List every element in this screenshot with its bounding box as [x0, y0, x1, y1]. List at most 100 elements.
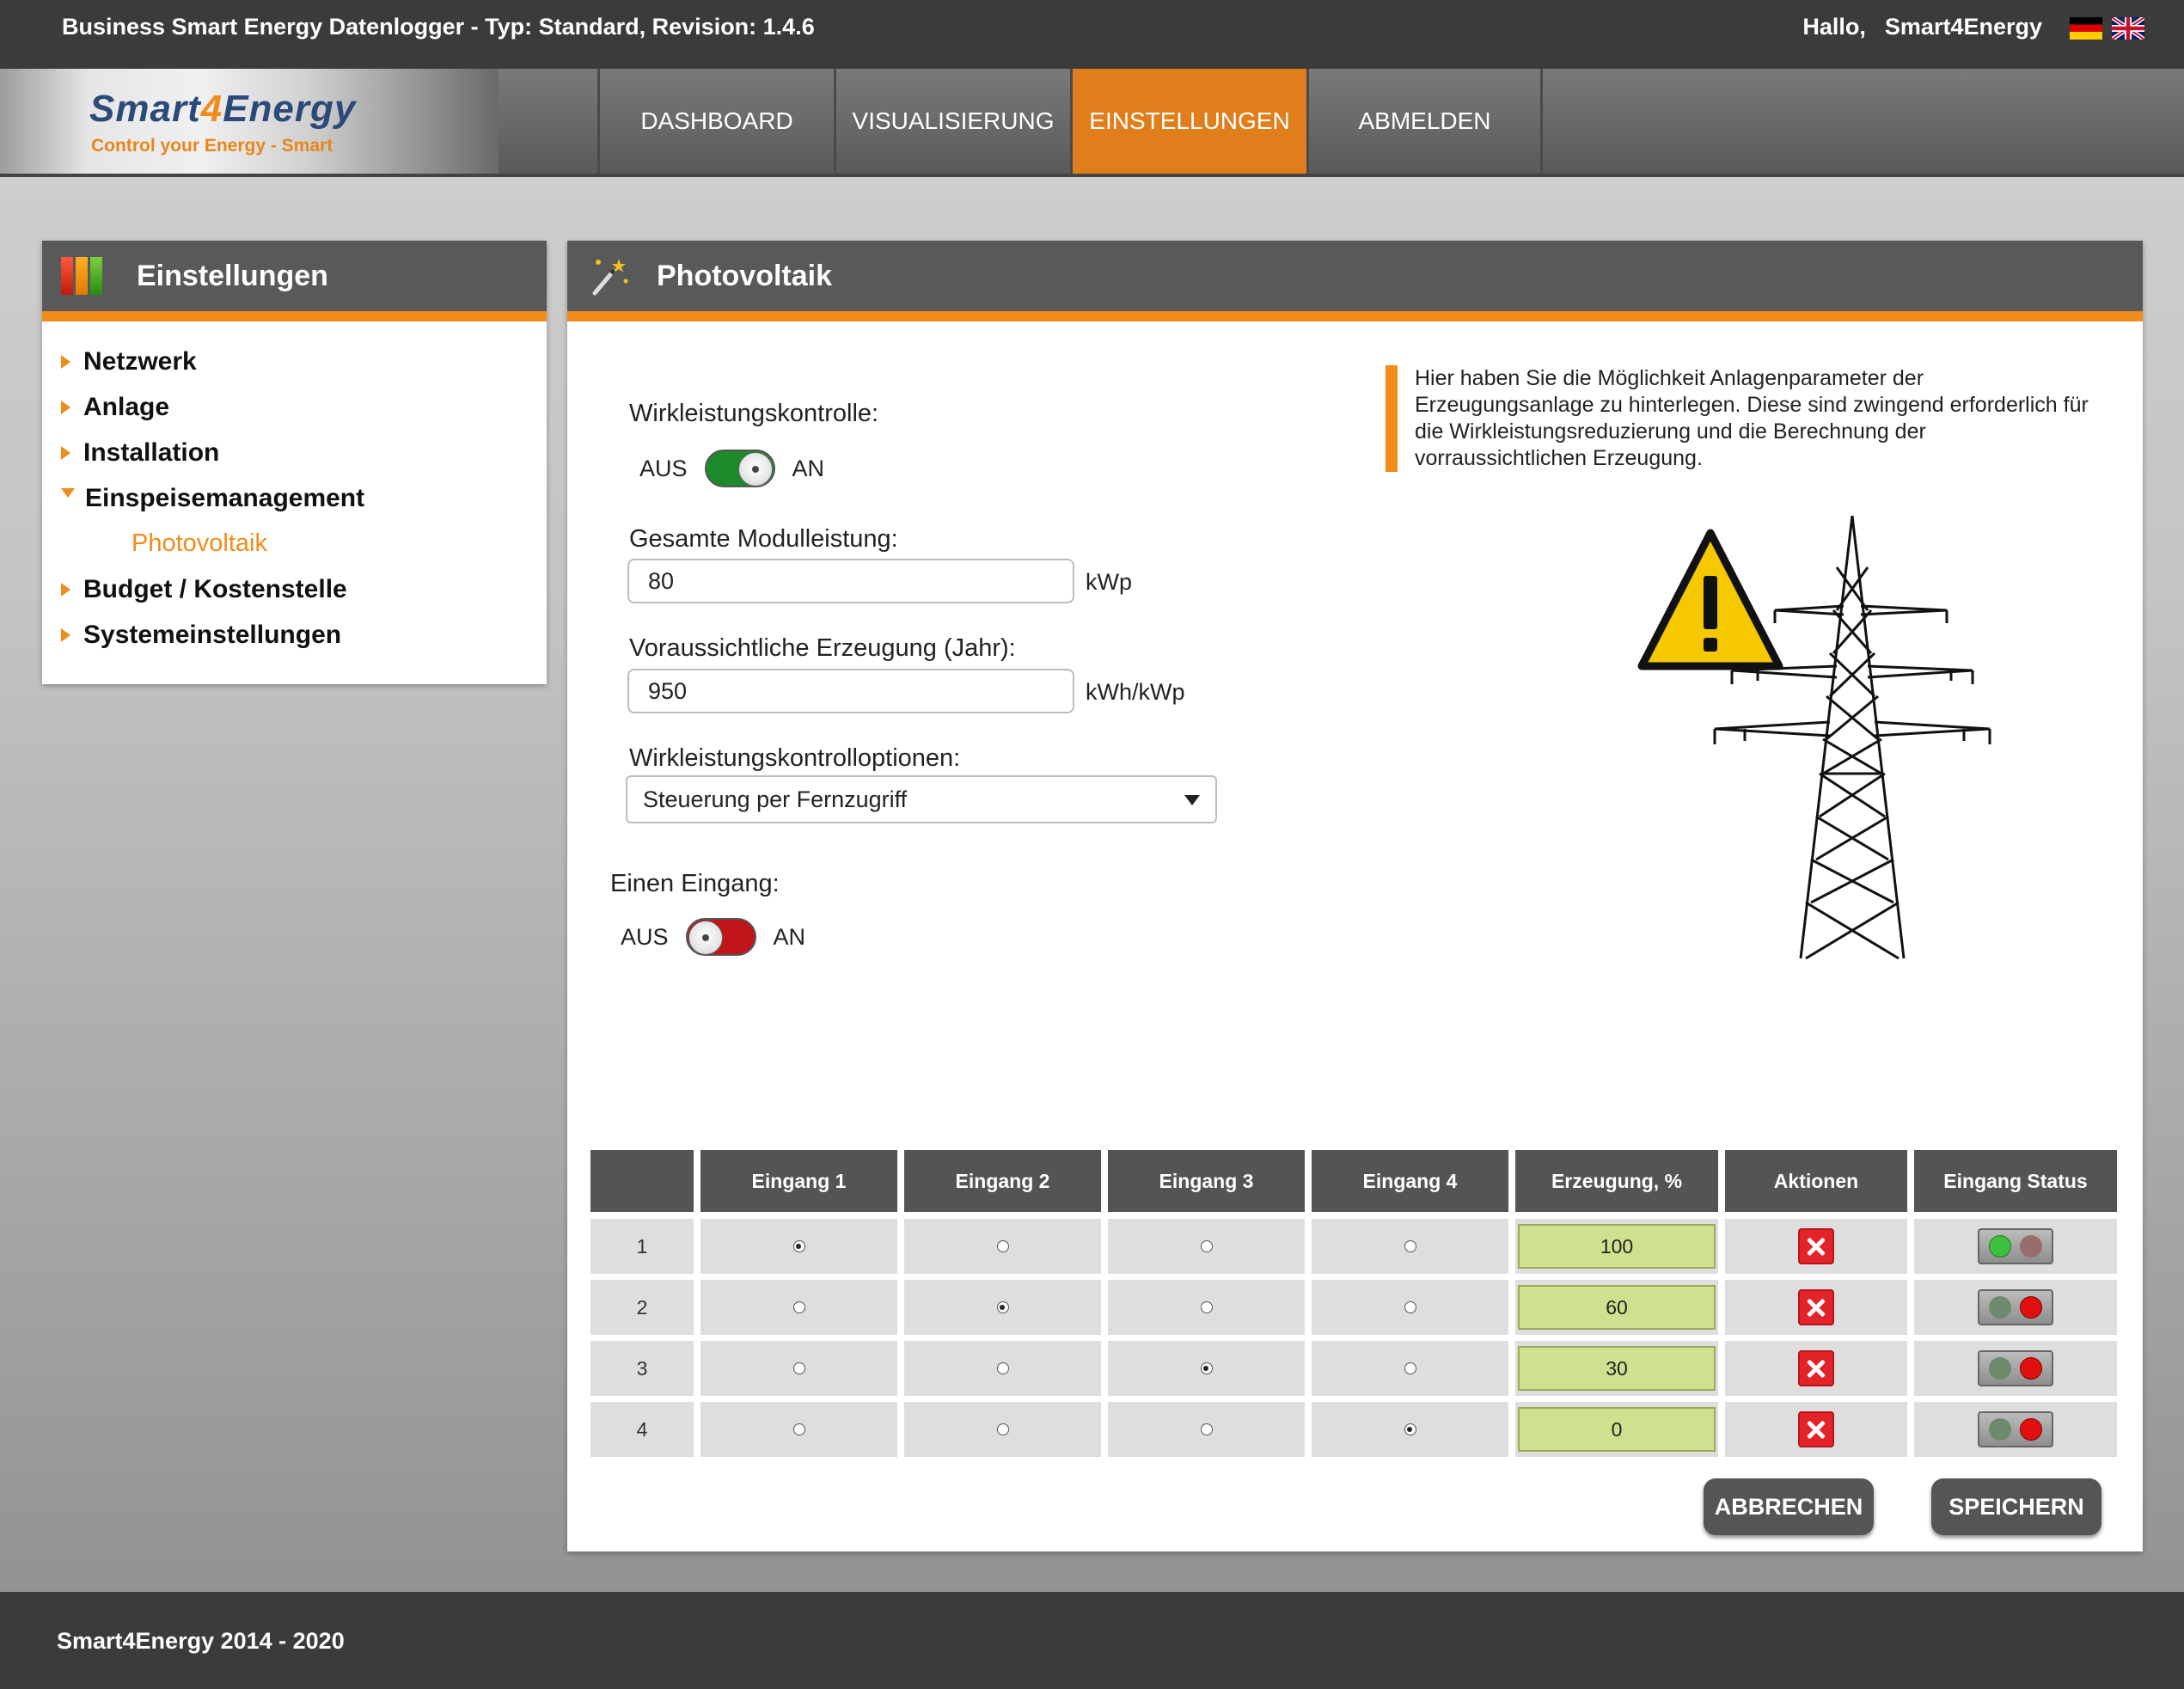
chevron-down-icon	[61, 488, 75, 498]
chevron-right-icon	[61, 445, 70, 460]
de-flag-icon[interactable]	[2070, 17, 2102, 40]
delete-icon[interactable]	[1798, 1228, 1834, 1264]
top-bar: Business Smart Energy Datenlogger - Typ:…	[0, 0, 2184, 69]
nav-abmelden[interactable]: Abmelden	[1306, 69, 1543, 174]
caret-down-icon	[1184, 795, 1200, 805]
action-cell	[1725, 1402, 1907, 1457]
input-cell	[1108, 1402, 1305, 1457]
sidebar-item-budget[interactable]: Budget / Kostenstelle	[61, 566, 547, 612]
table-header: Eingang 4	[1312, 1150, 1508, 1212]
status-lamp-icon	[1978, 1350, 2053, 1386]
action-cell	[1725, 1280, 1907, 1335]
input-cell	[904, 1402, 1101, 1457]
delete-icon[interactable]	[1798, 1411, 1834, 1447]
input-cell	[1312, 1280, 1508, 1335]
username: Smart4Energy	[1884, 14, 2042, 40]
eingang-radio[interactable]	[1200, 1301, 1213, 1313]
input-cell	[1312, 1219, 1508, 1274]
main-navigation: Smart4Energy Control your Energy - Smart…	[0, 69, 2184, 177]
sidebar-item-installation[interactable]: Installation	[61, 430, 547, 475]
eingang-toggle[interactable]	[685, 918, 756, 956]
erzeugung-input[interactable]: 100	[1518, 1224, 1716, 1269]
erzeugung-input[interactable]: 30	[1518, 1346, 1716, 1391]
sidebar-item-einspeisemanagement[interactable]: Einspeisemanagement	[61, 475, 547, 521]
eingang-radio[interactable]	[1200, 1362, 1213, 1374]
eingang-radio[interactable]	[792, 1301, 805, 1313]
toggle-off-label: AUS	[639, 455, 688, 481]
toggle-knob	[688, 921, 723, 955]
nav-einstellungen[interactable]: Einstellungen	[1070, 69, 1306, 174]
toggle-on-label: AN	[792, 455, 825, 481]
sidebar-subitem-photovoltaik[interactable]: Photovoltaik	[61, 521, 547, 566]
save-button[interactable]: Speichern	[1931, 1478, 2101, 1535]
table-header: Eingang Status	[1914, 1150, 2117, 1212]
greeting-text: Hallo,	[1802, 14, 1866, 40]
logo[interactable]: Smart4Energy Control your Energy - Smart	[0, 69, 499, 174]
status-cell	[1914, 1280, 2117, 1335]
optionen-select[interactable]: Steuerung per Fernzugriff	[626, 775, 1217, 823]
table-row: 2 60	[590, 1280, 2117, 1335]
table-header: Eingang 2	[904, 1150, 1101, 1212]
erzeugung-input[interactable]: 950	[627, 669, 1074, 713]
erzeugung-input[interactable]: 0	[1518, 1407, 1716, 1452]
toggle-on-label: AN	[773, 923, 806, 950]
eingang-radio[interactable]	[1404, 1423, 1416, 1435]
power-pylon-warning-icon	[1637, 516, 1991, 960]
modulleistung-label: Gesamte Modulleistung:	[629, 525, 898, 553]
eingang-radio[interactable]	[996, 1240, 1009, 1252]
panel-title: Photovoltaik	[657, 259, 833, 292]
eingang-radio[interactable]	[1200, 1240, 1213, 1252]
eingang-radio[interactable]	[1404, 1362, 1416, 1374]
eingang-radio[interactable]	[996, 1362, 1009, 1374]
erzeugung-cell: 30	[1515, 1341, 1718, 1396]
table-header	[590, 1150, 694, 1212]
input-cell	[1108, 1219, 1305, 1274]
eingang-label: Einen Eingang:	[610, 870, 780, 897]
sidebar-item-anlage[interactable]: Anlage	[61, 384, 547, 430]
cancel-button[interactable]: Abbrechen	[1704, 1478, 1874, 1535]
input-cell	[1108, 1341, 1305, 1396]
gb-flag-icon[interactable]	[2112, 17, 2144, 40]
eingang-radio[interactable]	[996, 1423, 1009, 1435]
eingang-radio[interactable]	[1404, 1240, 1416, 1252]
magic-wand-icon	[592, 259, 628, 296]
table-header-row: Eingang 1 Eingang 2 Eingang 3 Eingang 4 …	[590, 1150, 2117, 1212]
nav-visualisierung[interactable]: Visualisierung	[834, 69, 1070, 174]
sidebar-list: Netzwerk Anlage Installation Einspeisema…	[42, 321, 547, 658]
modulleistung-input[interactable]: 80	[627, 559, 1074, 603]
eingang-radio[interactable]	[792, 1423, 805, 1435]
erzeugung-label: Voraussichtliche Erzeugung (Jahr):	[629, 634, 1016, 662]
action-cell	[1725, 1341, 1907, 1396]
status-lamp-icon	[1978, 1289, 2053, 1325]
row-number: 2	[590, 1280, 694, 1335]
eingang-radio[interactable]	[792, 1240, 805, 1252]
delete-icon[interactable]	[1798, 1289, 1834, 1325]
photovoltaik-panel: Photovoltaik Wirkleistungskontrolle: AUS…	[567, 241, 2143, 1551]
table-row: 1 100	[590, 1219, 2117, 1274]
erzeugung-input[interactable]: 60	[1518, 1285, 1716, 1330]
footer-text: Smart4Energy 2014 - 2020	[57, 1628, 345, 1654]
input-cell	[700, 1219, 897, 1274]
status-lamp-icon	[1978, 1411, 2053, 1447]
status-lamp-icon	[1978, 1228, 2053, 1264]
eingang-radio[interactable]	[1404, 1301, 1416, 1313]
eingang-radio[interactable]	[792, 1362, 805, 1374]
chevron-right-icon	[61, 354, 70, 369]
eingang-radio[interactable]	[996, 1301, 1009, 1313]
sidebar-title: Einstellungen	[137, 259, 328, 292]
nav-dashboard[interactable]: Dashboard	[597, 69, 834, 174]
input-cell	[1108, 1280, 1305, 1335]
sidebar-item-systemeinstellungen[interactable]: Systemeinstellungen	[61, 612, 547, 658]
table-row: 3 30	[590, 1341, 2117, 1396]
input-cell	[700, 1341, 897, 1396]
delete-icon[interactable]	[1798, 1350, 1834, 1386]
input-cell	[904, 1280, 1101, 1335]
table-header: Erzeugung, %	[1515, 1150, 1718, 1212]
row-number: 3	[590, 1341, 694, 1396]
input-cell	[1312, 1402, 1508, 1457]
wirkleistung-toggle[interactable]	[704, 450, 775, 487]
info-note: Hier haben Sie die Möglichkeit Anlagenpa…	[1386, 365, 2090, 472]
eingang-radio[interactable]	[1200, 1423, 1213, 1435]
toggle-off-label: AUS	[621, 923, 669, 950]
sidebar-item-netzwerk[interactable]: Netzwerk	[61, 339, 547, 384]
